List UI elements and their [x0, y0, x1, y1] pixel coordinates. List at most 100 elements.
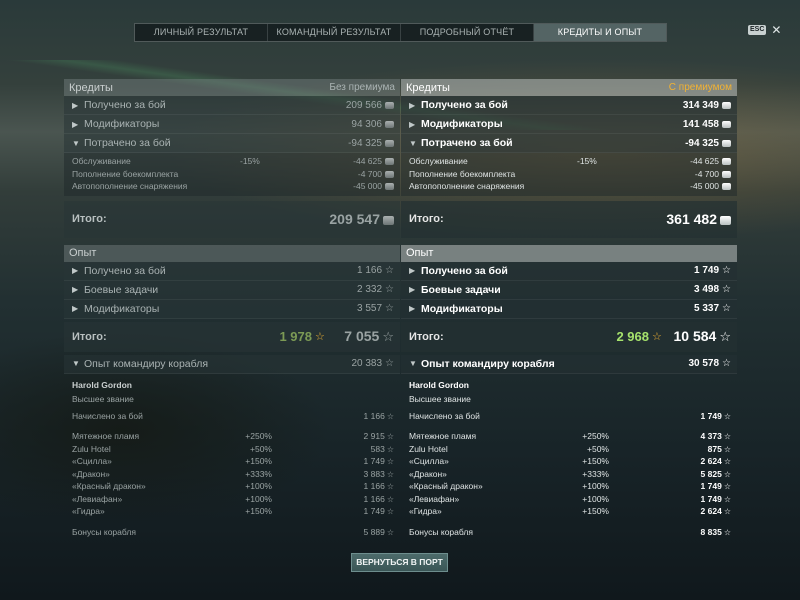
spent-item: Пополнение боекомплекта -4 700 [401, 168, 737, 181]
free-xp-star-icon: ☆ [315, 331, 325, 343]
ship-bonus-row: Бонусы корабля 8 835 ☆ [409, 526, 731, 539]
xp-row[interactable]: ▶ Получено за бой 1 749 ☆ [401, 261, 737, 281]
tab-detailed-report[interactable]: ПОДРОБНЫЙ ОТЧЁТ [401, 24, 534, 41]
xp-row[interactable]: ▶ Получено за бой 1 166 ☆ [64, 261, 400, 281]
credits-row[interactable]: ▶ Модификаторы 94 306 [64, 115, 400, 134]
xp-star-icon: ☆ [719, 329, 731, 344]
bonus-value: 2 624 ☆ [609, 456, 731, 466]
xp-total: Итого: 1 978 ☆ 7 055 ☆ [64, 321, 400, 352]
bonus-value-text: 4 373 [700, 431, 722, 442]
close-icon[interactable]: ✕ [771, 24, 781, 36]
credits-total-text: 361 482 [666, 211, 717, 227]
credits-row-value: 94 306 [351, 119, 394, 130]
bonus-label: «Левиафан» [409, 493, 460, 504]
xp-star-icon: ☆ [723, 482, 731, 492]
bonus-value: 583 ☆ [272, 444, 394, 454]
spent-item-label: Обслуживание [72, 156, 131, 167]
xp-star-icon: ☆ [723, 527, 731, 537]
return-to-port-button[interactable]: ВЕРНУТЬСЯ В ПОРТ [351, 553, 448, 572]
xp-row[interactable]: ▶ Модификаторы 5 337 ☆ [401, 299, 737, 319]
bonus-value: 3 883 ☆ [272, 469, 394, 479]
credits-value-text: -94 325 [685, 137, 719, 149]
xp-star-icon: ☆ [386, 411, 394, 421]
tab-team-result[interactable]: КОМАНДНЫЙ РЕЗУЛЬТАТ [268, 24, 401, 41]
credits-row[interactable]: ▶ Модификаторы 141 458 [401, 115, 737, 134]
spent-item-label: Автопополнение снаряжения [72, 181, 188, 192]
bonus-label: «Сцилла» [409, 456, 449, 467]
free-xp-value: 2 968 [616, 329, 649, 344]
bonus-percent: +100% [582, 481, 609, 492]
xp-row-label: Получено за бой [421, 264, 508, 277]
accrued-row: Начислено за бой 1 166 ☆ [72, 410, 394, 423]
xp-star-icon: ☆ [385, 265, 394, 276]
xp-value-text: 5 337 [694, 303, 720, 314]
bonus-percent: +100% [582, 493, 609, 504]
spent-item-value: -4 700 [300, 169, 394, 179]
spent-item-percent: -15% [240, 156, 260, 167]
xp-value-text: 2 332 [357, 284, 383, 295]
expand-arrow-icon: ▶ [409, 100, 416, 110]
xp-star-icon: ☆ [386, 469, 394, 479]
credits-total-value: 361 482 [666, 211, 731, 227]
tab-personal-result[interactable]: ЛИЧНЫЙ РЕЗУЛЬТАТ [135, 24, 268, 41]
credits-value-text: 141 458 [682, 118, 719, 130]
credits-row-value: -94 325 [685, 138, 731, 149]
spent-value-text: -45 000 [690, 181, 719, 192]
xp-star-icon: ☆ [722, 303, 731, 314]
accrued-value: 1 749 ☆ [609, 411, 731, 421]
xp-title: Опыт [69, 247, 97, 259]
xp-row-label: Модификаторы [421, 302, 503, 315]
bonus-row: «Левиафан» +100% 1 166 ☆ [72, 493, 394, 506]
xp-star-icon: ☆ [722, 265, 731, 276]
spent-item: Автопополнение снаряжения -45 000 [401, 180, 737, 193]
bonus-percent: +333% [582, 468, 609, 479]
bonus-value: 2 915 ☆ [272, 431, 394, 441]
credit-coin-icon [722, 158, 731, 166]
credit-coin-icon [385, 183, 394, 191]
spent-item-value: -44 625 [637, 156, 731, 166]
bonus-value: 875 ☆ [609, 444, 731, 454]
bonus-label: «Левиафан» [72, 493, 123, 504]
xp-row-label: Получено за бой [84, 264, 166, 277]
commander-xp-text: 30 578 [688, 358, 720, 369]
close-area[interactable]: ESC ✕ [748, 24, 781, 36]
credits-total-text: 209 547 [329, 211, 380, 227]
bonus-percent: +100% [245, 481, 272, 492]
credits-row[interactable]: ▶ Получено за бой 209 566 [64, 96, 400, 115]
xp-header: Опыт [401, 244, 737, 262]
credits-row[interactable]: ▼ Потрачено за бой -94 325 [401, 134, 737, 153]
result-tabs: ЛИЧНЫЙ РЕЗУЛЬТАТ КОМАНДНЫЙ РЕЗУЛЬТАТ ПОД… [134, 23, 667, 42]
credit-coin-icon [720, 216, 731, 225]
credits-row-label: Модификаторы [84, 118, 160, 130]
credits-row[interactable]: ▼ Потрачено за бой -94 325 [64, 134, 400, 153]
expand-arrow-icon: ▶ [72, 285, 79, 294]
xp-row-value: 2 332 ☆ [357, 284, 394, 295]
credit-coin-icon [385, 101, 394, 109]
commander-xp-row[interactable]: ▼ Опыт командиру корабля 20 383 ☆ [64, 354, 400, 374]
xp-row[interactable]: ▶ Модификаторы 3 557 ☆ [64, 299, 400, 319]
xp-row[interactable]: ▶ Боевые задачи 3 498 ☆ [401, 280, 737, 300]
bonus-value-text: 2 915 [363, 431, 385, 442]
credits-value-text: 209 566 [345, 99, 382, 111]
xp-row-value: 1 749 ☆ [694, 265, 731, 276]
bonus-percent: +250% [245, 431, 272, 442]
bonus-percent: +150% [582, 506, 609, 517]
xp-row[interactable]: ▶ Боевые задачи 2 332 ☆ [64, 280, 400, 300]
credits-row-label: Получено за бой [421, 99, 508, 111]
premium-mode-label: С премиумом [668, 82, 732, 93]
commander-xp-row[interactable]: ▼ Опыт командиру корабля 30 578 ☆ [401, 354, 737, 374]
xp-star-icon: ☆ [723, 432, 731, 442]
xp-value-text: 1 749 [694, 265, 720, 276]
spent-item: Обслуживание -15% -44 625 [401, 155, 737, 168]
tab-credits-and-xp[interactable]: КРЕДИТЫ И ОПЫТ [534, 24, 666, 41]
bonus-value-text: 1 749 [363, 456, 385, 467]
xp-star-icon: ☆ [386, 457, 394, 467]
accrued-label: Начислено за бой [72, 410, 143, 421]
credit-coin-icon [722, 183, 731, 191]
bonus-value: 1 749 ☆ [272, 456, 394, 466]
credits-row[interactable]: ▶ Получено за бой 314 349 [401, 96, 737, 115]
credits-value-text: 94 306 [351, 118, 382, 130]
xp-total-label: Итого: [409, 330, 444, 343]
bonus-percent: +250% [582, 431, 609, 442]
